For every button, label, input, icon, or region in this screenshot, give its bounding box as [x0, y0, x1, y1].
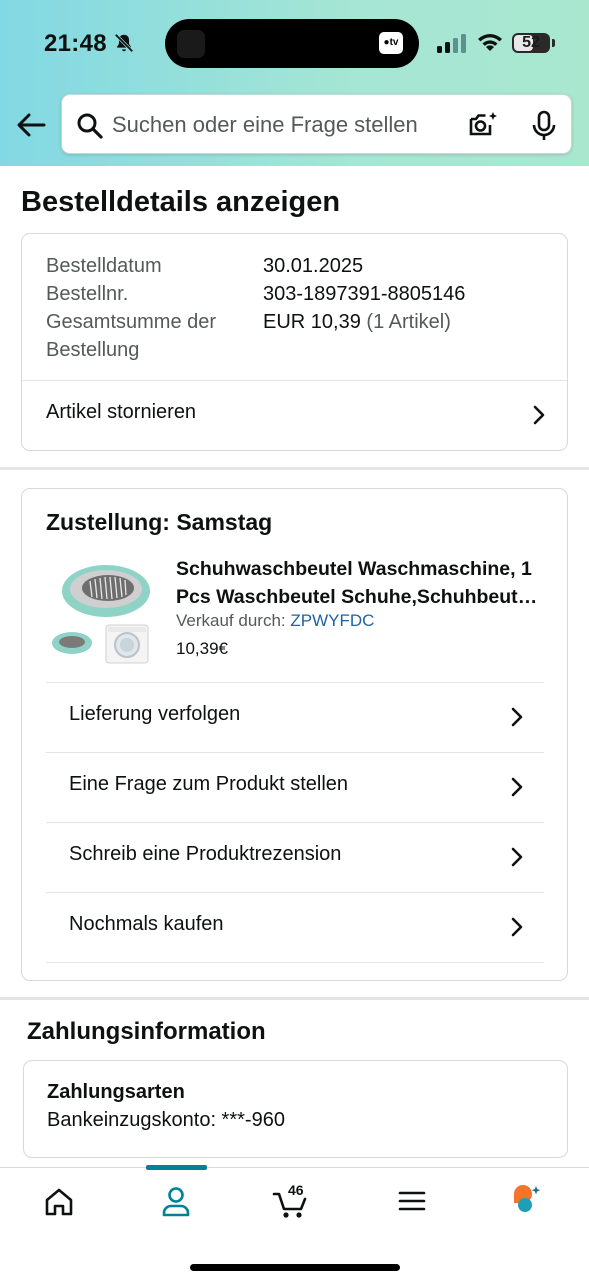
account-icon — [162, 1187, 190, 1217]
bell-muted-icon — [114, 33, 134, 53]
delivery-title: Zustellung: Samstag — [46, 509, 273, 535]
ask-product-question-label: Eine Frage zum Produkt stellen — [69, 773, 349, 795]
camera-icon[interactable] — [467, 110, 499, 140]
cancel-items-row[interactable]: Artikel stornieren — [22, 381, 567, 451]
product-image[interactable] — [48, 555, 156, 665]
section-divider — [0, 997, 589, 1000]
home-icon — [45, 1188, 73, 1216]
payment-section-title: Zahlungsinformation — [27, 1018, 266, 1045]
active-tab-indicator — [146, 1165, 207, 1170]
track-delivery-label: Lieferung verfolgen — [69, 703, 241, 725]
chevron-right-icon — [533, 405, 545, 425]
battery-level: 52 — [522, 34, 540, 51]
home-indicator — [190, 1264, 400, 1271]
order-date-value: 30.01.2025 — [263, 255, 364, 277]
back-arrow-icon[interactable] — [14, 110, 48, 140]
write-review-row[interactable]: Schreib eine Produktrezension — [46, 823, 544, 892]
order-number-label: Bestellnr. — [46, 283, 129, 305]
payment-card: Zahlungsarten Bankeinzugskonto: ***-960 — [23, 1060, 568, 1158]
seller-prefix: Verkauf durch: — [176, 611, 286, 630]
order-summary-card: Bestelldatum 30.01.2025 Bestellnr. 303-1… — [21, 233, 568, 451]
order-item-count: (1 Artikel) — [366, 311, 451, 333]
product-title-line-2: Pcs Waschbeutel Schuhe,Schuhbeutel Wasch… — [176, 586, 548, 608]
seller-link[interactable]: ZPWYFDC — [290, 611, 374, 630]
bottom-navigation: 46 — [0, 1165, 589, 1280]
status-time: 21:48 — [44, 30, 107, 57]
chevron-right-icon — [511, 847, 523, 867]
rufus-icon — [514, 1185, 541, 1212]
page-title: Bestelldetails anzeigen — [21, 186, 341, 218]
search-input[interactable] — [112, 105, 452, 145]
seller-info: Verkauf durch: ZPWYFDC — [176, 611, 374, 631]
product-title[interactable]: Schuhwaschbeutel Waschmaschine, 1 Pcs Wa… — [176, 555, 548, 611]
nav-menu[interactable] — [382, 1182, 442, 1222]
divider — [46, 962, 544, 963]
ask-product-question-row[interactable]: Eine Frage zum Produkt stellen — [46, 753, 544, 822]
dynamic-island: ●tv — [165, 19, 419, 68]
cancel-items-label: Artikel stornieren — [46, 401, 197, 423]
payment-method-value: Bankeinzugskonto: ***-960 — [47, 1109, 285, 1131]
search-icon — [77, 113, 103, 139]
order-total-label-2: Bestellung — [46, 339, 140, 361]
chevron-right-icon — [511, 707, 523, 727]
search-bar[interactable] — [61, 94, 572, 154]
nav-home[interactable] — [30, 1182, 90, 1222]
section-divider — [0, 467, 589, 470]
apple-tv-icon: ●tv — [379, 32, 403, 54]
write-review-label: Schreib eine Produktrezension — [69, 843, 342, 865]
product-price: 10,39€ — [176, 639, 228, 658]
buy-again-row[interactable]: Nochmals kaufen — [46, 893, 544, 962]
cart-count-badge: 46 — [288, 1182, 304, 1198]
header: 21:48 ●tv 52 — [0, 0, 589, 166]
island-activity-icon — [177, 30, 205, 58]
nav-rufus[interactable] — [500, 1182, 560, 1222]
menu-icon — [398, 1191, 426, 1211]
nav-account[interactable] — [146, 1182, 206, 1222]
wifi-icon — [478, 34, 502, 51]
payment-method-title: Zahlungsarten — [47, 1081, 185, 1103]
product-title-line-1: Schuhwaschbeutel Waschmaschine, 1 — [176, 558, 532, 580]
track-delivery-row[interactable]: Lieferung verfolgen — [46, 683, 544, 752]
chevron-right-icon — [511, 917, 523, 937]
chevron-right-icon — [511, 777, 523, 797]
order-date-label: Bestelldatum — [46, 255, 162, 277]
buy-again-label: Nochmals kaufen — [69, 913, 224, 935]
cellular-signal-icon — [437, 34, 466, 53]
order-number-value: 303-1897391-8805146 — [263, 283, 466, 305]
order-total-value: EUR 10,39 — [263, 311, 361, 333]
microphone-icon[interactable] — [531, 110, 557, 142]
order-total-label-1: Gesamtsumme der — [46, 311, 217, 333]
delivery-card: Zustellung: Samstag Schuhwaschbeutel Was… — [21, 488, 568, 981]
order-total: EUR 10,39 (1 Artikel) — [263, 308, 451, 336]
battery-icon: 52 — [512, 33, 550, 53]
status-bar: 21:48 ●tv 52 — [0, 0, 589, 88]
